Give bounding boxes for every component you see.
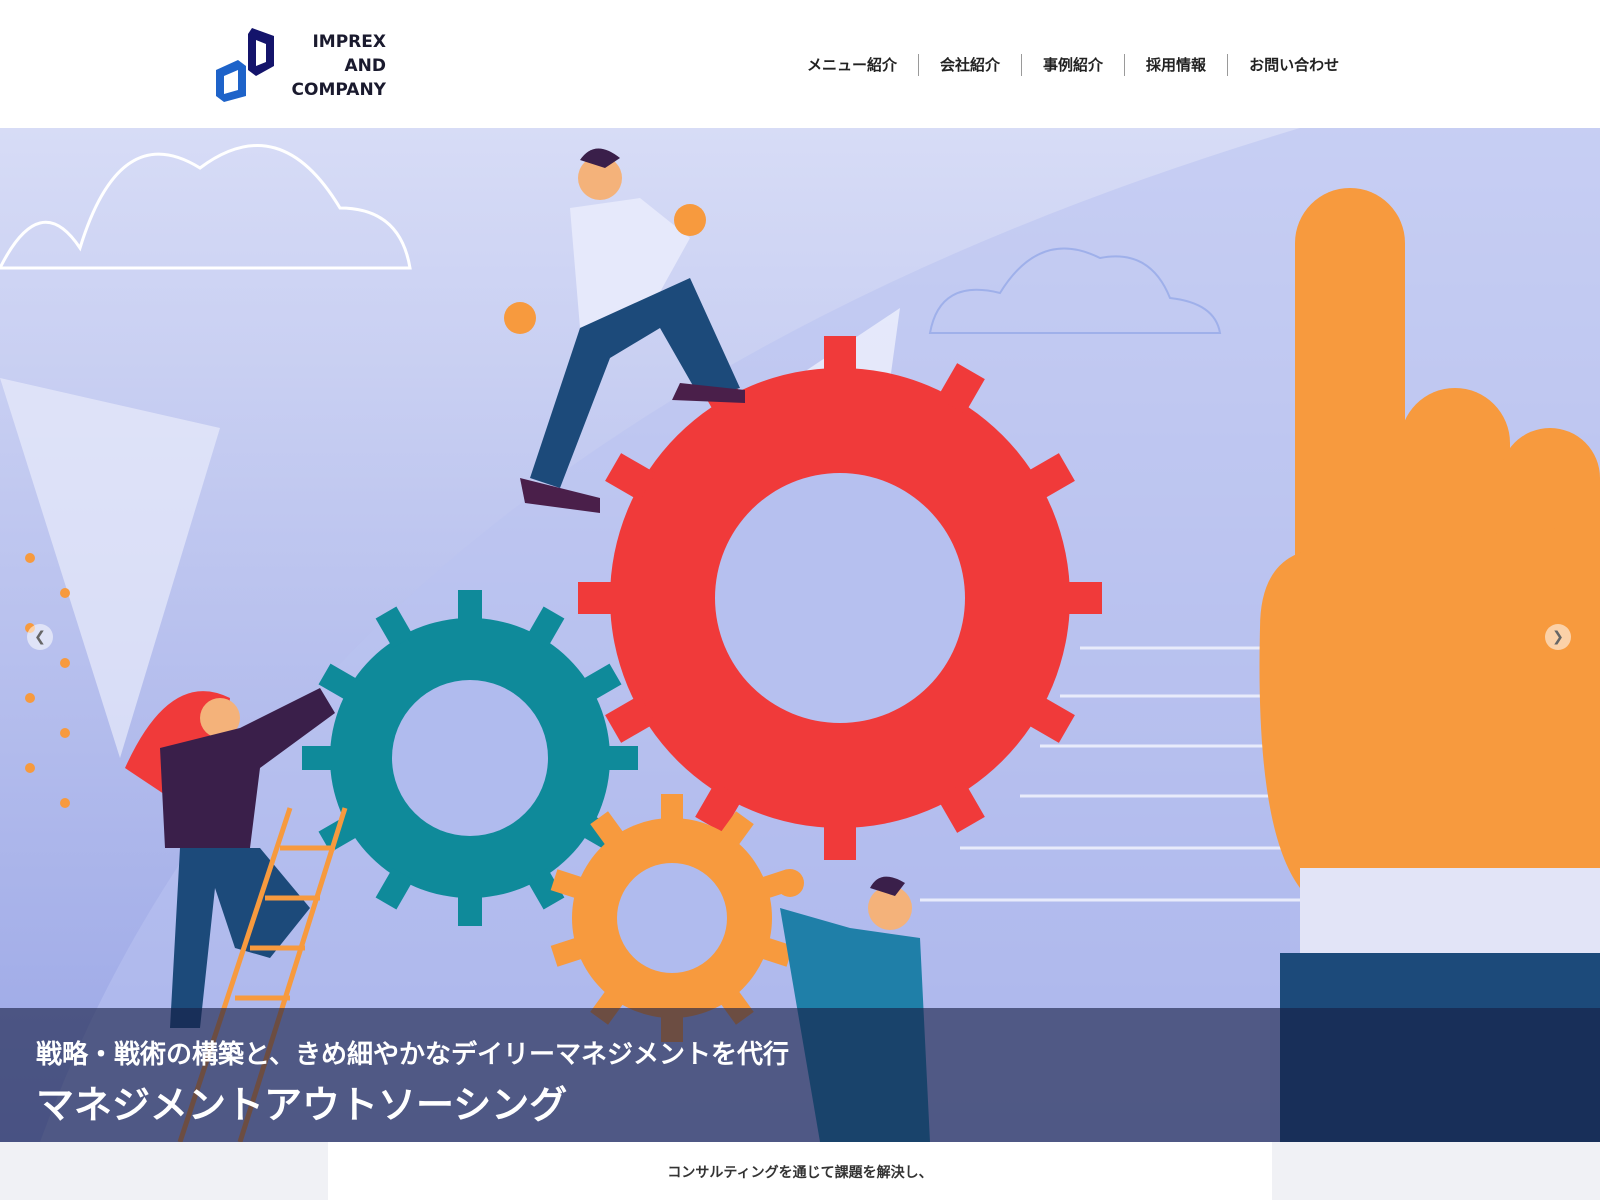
hero-caption: 戦略・戦術の構築と、きめ細やかなデイリーマネジメントを代行 マネジメントアウトソ… <box>0 1008 1600 1142</box>
intro-section: コンサルティングを通じて課題を解決し、 <box>328 1142 1272 1200</box>
nav-company[interactable]: 会社紹介 <box>918 54 1021 76</box>
slider-prev-button[interactable]: ❮ <box>27 624 53 650</box>
hero-illustration <box>0 128 1600 1142</box>
logo-text: IMPREX AND COMPANY <box>266 30 386 102</box>
logo-line-2: AND <box>344 56 387 76</box>
company-logo[interactable]: IMPREX AND COMPANY <box>212 26 392 104</box>
nav-contact[interactable]: お問い合わせ <box>1227 54 1360 76</box>
hero-title: マネジメントアウトソーシング <box>36 1083 568 1127</box>
site-header: IMPREX AND COMPANY メニュー紹介 会社紹介 事例紹介 採用情報… <box>0 0 1600 128</box>
logo-line-3: COMPANY <box>291 80 386 100</box>
nav-case-studies[interactable]: 事例紹介 <box>1021 54 1124 76</box>
hero-slider: ❮ ❯ 戦略・戦術の構築と、きめ細やかなデイリーマネジメントを代行 マネジメント… <box>0 128 1600 1142</box>
hero-subtitle: 戦略・戦術の構築と、きめ細やかなデイリーマネジメントを代行 <box>36 1040 789 1070</box>
chevron-left-icon: ❮ <box>34 629 46 645</box>
nav-menu-intro[interactable]: メニュー紹介 <box>786 54 918 76</box>
logo-line-1: IMPREX <box>312 32 386 52</box>
nav-recruit[interactable]: 採用情報 <box>1124 54 1227 76</box>
intro-lead-text: コンサルティングを通じて課題を解決し、 <box>667 1165 933 1181</box>
main-nav: メニュー紹介 会社紹介 事例紹介 採用情報 お問い合わせ <box>786 52 1360 78</box>
slider-next-button[interactable]: ❯ <box>1545 624 1571 650</box>
chevron-right-icon: ❯ <box>1552 629 1564 645</box>
